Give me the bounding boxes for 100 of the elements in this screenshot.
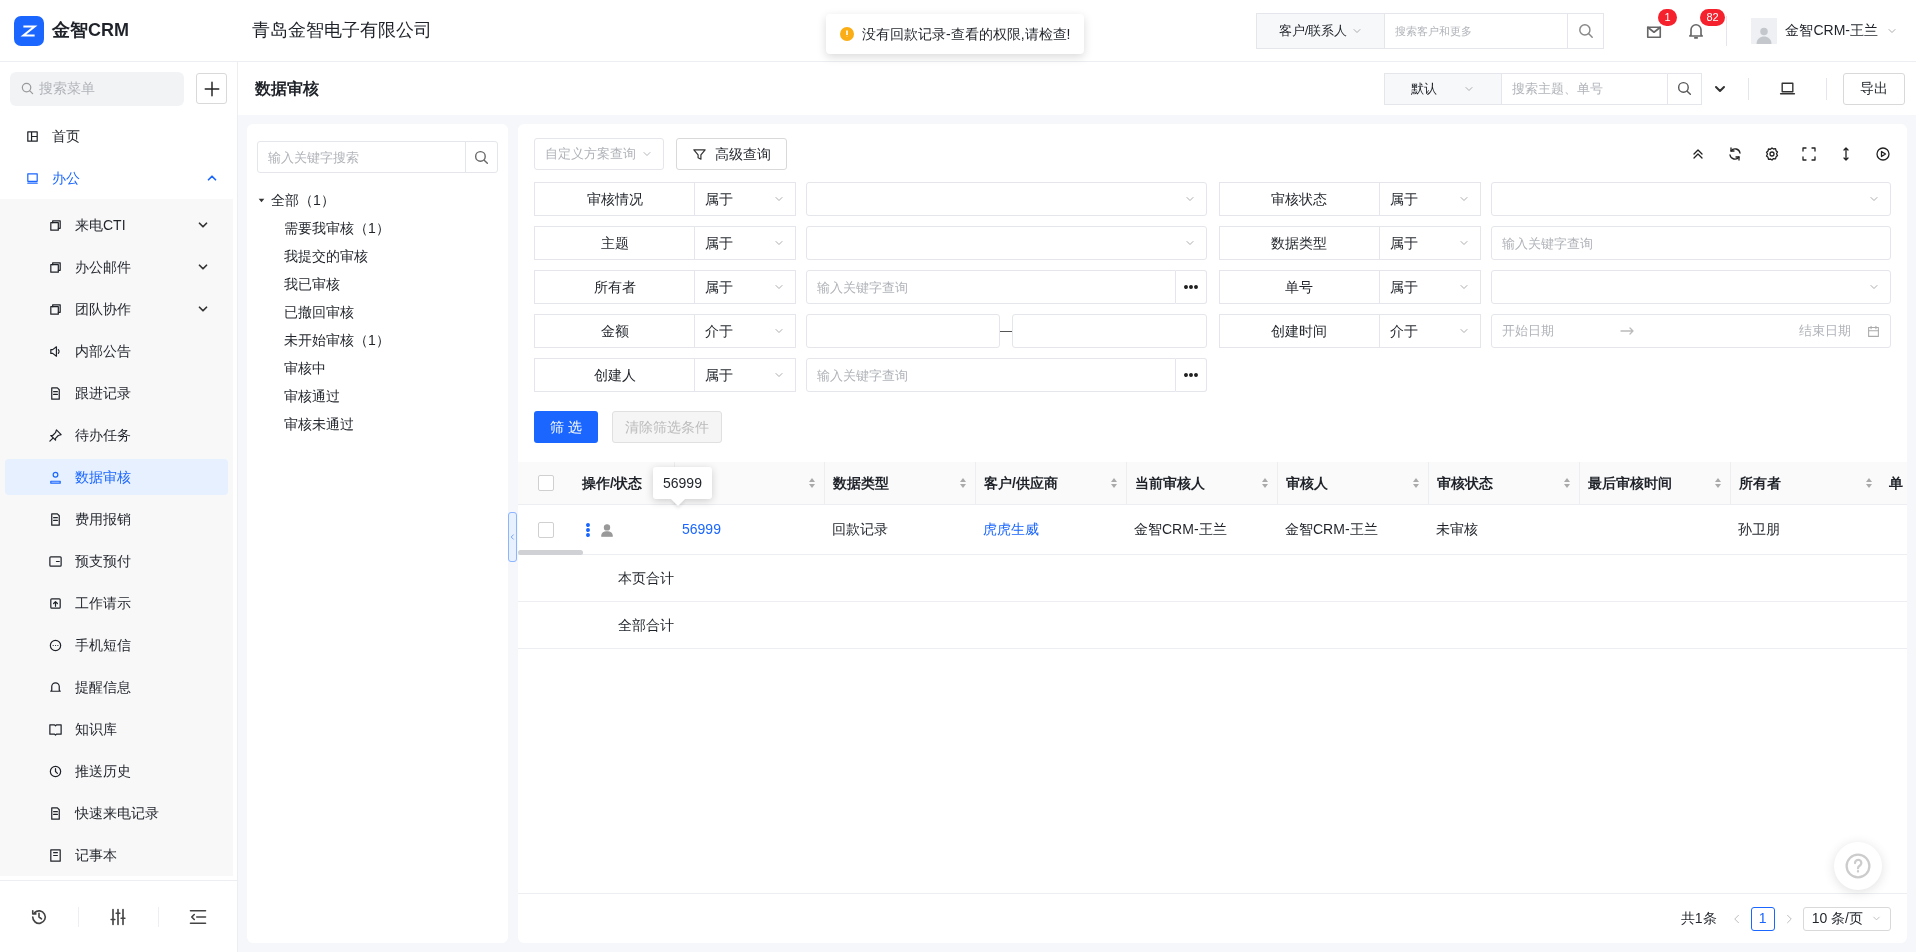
- tree-item[interactable]: 我提交的审核: [284, 245, 368, 267]
- operator-select[interactable]: 属于: [695, 226, 796, 260]
- operator-select[interactable]: 介于: [695, 314, 796, 348]
- tree-item[interactable]: 未开始审核（1）: [284, 329, 390, 351]
- menu-item[interactable]: 费用报销: [5, 501, 228, 537]
- column-header[interactable]: 单: [1889, 472, 1907, 494]
- column-header[interactable]: 所有者: [1739, 472, 1865, 494]
- tree-search-input[interactable]: 输入关键字搜索: [258, 142, 465, 172]
- menu-item[interactable]: 推送历史: [5, 753, 228, 789]
- sliders-icon[interactable]: [108, 906, 129, 927]
- menu-item[interactable]: 记事本: [5, 837, 228, 873]
- menu-item[interactable]: 待办任务: [5, 417, 228, 453]
- operator-select[interactable]: 属于: [695, 358, 796, 392]
- tree-search-field[interactable]: 输入关键字搜索: [257, 141, 498, 173]
- column-header[interactable]: 数据类型: [833, 472, 959, 494]
- collapse-handle[interactable]: [508, 512, 517, 562]
- refresh-icon[interactable]: [1727, 146, 1743, 162]
- page-size-select[interactable]: 10 条/页: [1802, 906, 1891, 931]
- sort-icon[interactable]: [1412, 477, 1420, 489]
- value-select[interactable]: [1490, 182, 1891, 216]
- start-date-input[interactable]: 开始日期: [1501, 321, 1612, 341]
- menu-item[interactable]: 办公: [0, 160, 237, 196]
- menu-search-input[interactable]: 搜索菜单: [39, 78, 169, 99]
- checkbox[interactable]: [538, 475, 554, 491]
- value-select[interactable]: [806, 226, 1207, 260]
- column-header[interactable]: 最后审核时间: [1588, 472, 1714, 494]
- global-search-field[interactable]: 搜索客户和更多: [1385, 13, 1568, 48]
- record-link[interactable]: 56999: [682, 519, 721, 540]
- value-select[interactable]: [1490, 270, 1891, 304]
- menu-item[interactable]: 办公邮件: [5, 249, 228, 285]
- page-button[interactable]: 1: [1750, 906, 1775, 931]
- help-button[interactable]: [1834, 842, 1882, 890]
- checkbox[interactable]: [538, 521, 554, 538]
- lookup-button[interactable]: [1175, 270, 1207, 304]
- user-name[interactable]: 金智CRM-王兰: [1785, 20, 1878, 41]
- menu-search-field[interactable]: 搜索菜单: [10, 71, 185, 106]
- search-icon: [1576, 21, 1595, 40]
- operator-select[interactable]: 属于: [695, 182, 796, 216]
- sort-icon[interactable]: [1563, 477, 1571, 489]
- operator-select[interactable]: 属于: [1379, 182, 1481, 216]
- settings-icon[interactable]: [1764, 146, 1780, 162]
- sort-icon[interactable]: [1261, 477, 1269, 489]
- column-header[interactable]: 当前审核人: [1135, 472, 1261, 494]
- operator-select[interactable]: 属于: [1379, 226, 1481, 260]
- tree-item[interactable]: 已撤回审核: [284, 301, 354, 323]
- date-range-field[interactable]: 开始日期 结束日期: [1490, 314, 1891, 348]
- column-header[interactable]: 审核状态: [1437, 472, 1563, 494]
- menu-item[interactable]: 快速来电记录: [5, 795, 228, 831]
- tree-item[interactable]: 我已审核: [284, 273, 340, 295]
- scrollbar[interactable]: [518, 550, 583, 555]
- scope-select[interactable]: 客户/联系人: [1257, 13, 1386, 48]
- view-select[interactable]: 默认: [1384, 72, 1502, 105]
- sort-icon[interactable]: [1865, 477, 1873, 489]
- sort-icon[interactable]: [959, 477, 967, 489]
- menu-item[interactable]: 提醒信息: [5, 669, 228, 705]
- operator-select[interactable]: 介于: [1379, 314, 1481, 348]
- range-end-field[interactable]: [1012, 314, 1207, 348]
- value-field[interactable]: 输入关键字查询: [806, 358, 1176, 392]
- menu-item[interactable]: 内部公告: [5, 333, 228, 369]
- menu-item[interactable]: 团队协作: [5, 291, 228, 327]
- tree-item[interactable]: 需要我审核（1）: [284, 217, 390, 239]
- range-start-field[interactable]: [806, 314, 1001, 348]
- play-circle-icon[interactable]: [1875, 146, 1891, 162]
- sort-icon[interactable]: [1714, 477, 1722, 489]
- value-field[interactable]: 输入关键字查询: [1490, 226, 1891, 260]
- record-link[interactable]: 虎虎生威: [983, 519, 1039, 540]
- value-select[interactable]: [806, 182, 1207, 216]
- lookup-button[interactable]: [1175, 358, 1207, 392]
- filter-button[interactable]: 筛 选: [534, 411, 598, 443]
- warning-icon: [840, 27, 854, 41]
- person-icon: [48, 469, 63, 485]
- advanced-query-button[interactable]: 高级查询: [676, 138, 787, 170]
- kebab-menu-icon[interactable]: [586, 522, 590, 537]
- menu-item[interactable]: 手机短信: [5, 627, 228, 663]
- add-button[interactable]: [196, 73, 227, 104]
- menu-item[interactable]: 跟进记录: [5, 375, 228, 411]
- sort-icon[interactable]: [808, 477, 816, 489]
- tree-item[interactable]: 审核通过: [284, 385, 340, 407]
- export-button[interactable]: 导出: [1843, 72, 1905, 105]
- operator-select[interactable]: 属于: [1379, 270, 1481, 304]
- value-field[interactable]: 输入关键字查询: [806, 270, 1176, 304]
- operator-select[interactable]: 属于: [695, 270, 796, 304]
- end-date-input[interactable]: 结束日期: [1641, 321, 1867, 341]
- column-header[interactable]: 审核人: [1286, 472, 1412, 494]
- search-bar[interactable]: 搜索主题、单号: [1502, 72, 1702, 105]
- column-header[interactable]: 客户/供应商: [984, 472, 1110, 494]
- menu-item[interactable]: 来电CTI: [5, 207, 228, 243]
- menu-item[interactable]: 预支预付: [5, 543, 228, 579]
- tree-item[interactable]: 审核中: [284, 357, 326, 379]
- menu-item[interactable]: 工作请示: [5, 585, 228, 621]
- tree-item[interactable]: 全部（1）: [271, 189, 335, 211]
- tree-item[interactable]: 审核未通过: [284, 413, 354, 435]
- search-bar[interactable]: 客户/联系人 搜索客户和更多: [1256, 12, 1605, 49]
- page-search-field[interactable]: 搜索主题、单号: [1502, 73, 1667, 104]
- menu-item[interactable]: 首页: [0, 118, 237, 154]
- menu-item[interactable]: 数据审核: [5, 459, 228, 495]
- sort-icon[interactable]: [1110, 477, 1118, 489]
- monitor-icon[interactable]: [1779, 80, 1796, 97]
- menu-item[interactable]: 知识库: [5, 711, 228, 747]
- fullscreen-icon[interactable]: [1801, 146, 1817, 162]
